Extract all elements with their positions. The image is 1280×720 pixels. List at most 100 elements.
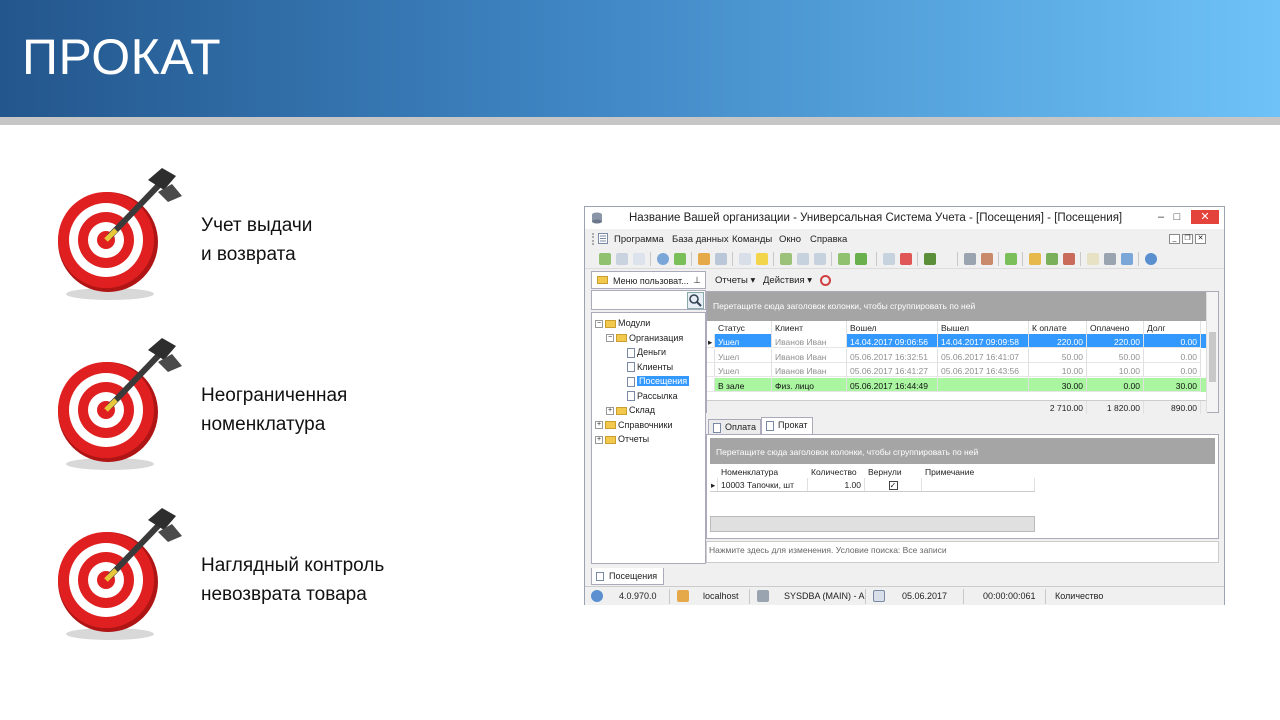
image-icon[interactable] [1005, 253, 1017, 265]
table-cell[interactable]: Иванов Иван [772, 363, 847, 377]
table-cell[interactable]: 0.00 [1144, 334, 1201, 348]
table-cell[interactable]: Ушел [715, 348, 772, 363]
table-cell[interactable]: 05.06.2017 16:41:07 [938, 348, 1029, 363]
table-cell[interactable]: 0.00 [1087, 377, 1144, 392]
table-row[interactable]: Ушел Иванов Иван 05.06.2017 16:41:27 05.06.… [707, 363, 1207, 377]
column-header[interactable]: Клиент [772, 321, 847, 334]
note-icon[interactable] [756, 253, 768, 265]
mdi-minimize-button[interactable]: _ [1169, 234, 1180, 244]
table-cell[interactable]: 0.00 [1144, 348, 1201, 363]
calendar-icon[interactable] [1087, 253, 1099, 265]
group-by-panel[interactable]: Перетащите сюда заголовок колонки, чтобы… [707, 292, 1207, 321]
tree-item[interactable]: Клиенты [617, 361, 673, 373]
tab-rental[interactable]: Прокат [761, 417, 813, 434]
column-header[interactable]: Вошел [847, 321, 938, 334]
tab-payment[interactable]: Оплата [708, 419, 761, 434]
settings-icon[interactable] [981, 253, 993, 265]
table-cell[interactable]: 220.00 [1087, 334, 1144, 348]
column-header[interactable]: Статус [715, 321, 772, 334]
table-cell[interactable]: 14.04.2017 09:09:58 [938, 334, 1029, 348]
table-cell[interactable]: 0.00 [1144, 363, 1201, 377]
table-cell[interactable]: 50.00 [1087, 348, 1144, 363]
filter-clear-icon[interactable] [715, 253, 727, 265]
search-icon[interactable] [687, 292, 704, 309]
pin-icon[interactable]: ⊥ [693, 275, 701, 286]
stop-icon[interactable] [820, 275, 831, 286]
tab-visits[interactable]: Посещения [591, 568, 664, 585]
expander-icon[interactable]: + [606, 406, 614, 415]
table-cell[interactable]: В зале [715, 377, 772, 392]
mdi-restore-button[interactable]: ❐ [1182, 234, 1193, 244]
maximize-button[interactable]: □ [1169, 210, 1185, 224]
copy-icon[interactable] [616, 253, 628, 265]
table-cell[interactable] [938, 377, 1029, 392]
table-cell[interactable]: 30.00 [1029, 377, 1087, 392]
menu-database[interactable]: База данных [672, 234, 729, 245]
cell-note[interactable] [922, 478, 1035, 491]
column-header[interactable]: Вышел [938, 321, 1029, 334]
expand-icon[interactable] [797, 253, 809, 265]
table-cell[interactable]: 10.00 [1029, 363, 1087, 377]
tree-item[interactable]: Деньги [617, 346, 666, 358]
expander-icon[interactable]: − [606, 334, 614, 343]
actions-dropdown[interactable]: Действия ▾ [763, 275, 812, 286]
menu-program[interactable]: Программа [614, 234, 664, 245]
refresh-icon[interactable] [599, 253, 611, 265]
grid-scrollbar[interactable] [1206, 292, 1218, 412]
table-cell[interactable]: 220.00 [1029, 334, 1087, 348]
menu-search-field[interactable] [591, 290, 706, 310]
plugin-icon[interactable] [1063, 253, 1075, 265]
menu-help[interactable]: Справка [810, 234, 847, 245]
close-window-icon[interactable] [900, 253, 912, 265]
cell-item[interactable]: 10003 Тапочки, шт [718, 478, 808, 491]
tools-icon[interactable] [964, 253, 976, 265]
print-icon[interactable] [1104, 253, 1116, 265]
table-cell[interactable]: 14.04.2017 09:06:56 [847, 334, 938, 348]
menu-commands[interactable]: Команды [732, 234, 772, 245]
tree-item[interactable]: Посещения [617, 375, 690, 387]
table-cell[interactable]: 05.06.2017 16:32:51 [847, 348, 938, 363]
export-icon[interactable] [838, 253, 850, 265]
table-cell[interactable]: Иванов Иван [772, 334, 847, 348]
table-cell[interactable]: Ушел [715, 363, 772, 377]
share-icon[interactable] [1121, 253, 1133, 265]
table-cell[interactable]: 10.00 [1087, 363, 1144, 377]
cell-returned[interactable]: ✓ [865, 478, 922, 491]
recycle-icon[interactable] [674, 253, 686, 265]
col-nomenclature[interactable]: Номенклатура [718, 465, 808, 477]
column-header[interactable]: К оплате [1029, 321, 1087, 334]
table-cell[interactable]: 05.06.2017 16:43:56 [938, 363, 1029, 377]
filter-bar[interactable]: Нажмите здесь для изменения. Условие пои… [706, 541, 1219, 563]
tree-item[interactable]: + Справочники [595, 419, 673, 431]
tree-item[interactable]: + Отчеты [595, 433, 649, 445]
expander-icon[interactable]: + [595, 435, 603, 444]
expander-icon[interactable]: + [595, 421, 603, 430]
minimize-button[interactable]: – [1153, 210, 1169, 224]
search-icon[interactable] [657, 253, 669, 265]
info-icon[interactable] [1145, 253, 1157, 265]
menu-window[interactable]: Окно [779, 234, 801, 245]
collapse-icon[interactable] [814, 253, 826, 265]
users-icon[interactable] [1046, 253, 1058, 265]
user-menu-tab[interactable]: Меню пользоват... ⊥ [591, 271, 706, 289]
expander-icon[interactable]: − [595, 319, 603, 328]
table-cell[interactable]: Иванов Иван [772, 348, 847, 363]
col-note[interactable]: Примечание [922, 465, 1022, 477]
window-icon[interactable] [883, 253, 895, 265]
tree-item[interactable]: + Склад [606, 404, 655, 416]
close-button[interactable]: ✕ [1191, 210, 1219, 224]
add-row-icon[interactable] [780, 253, 792, 265]
reports-dropdown[interactable]: Отчеты ▾ [715, 275, 755, 286]
tree-item[interactable]: − Организация [606, 332, 683, 344]
table-row[interactable]: ▸ 10003 Тапочки, шт 1.00 ✓ [710, 478, 1035, 492]
table-cell[interactable]: 50.00 [1029, 348, 1087, 363]
table-cell[interactable]: Физ. лицо [772, 377, 847, 392]
tree-item[interactable]: Рассылка [617, 390, 678, 402]
col-quantity[interactable]: Количество [808, 465, 865, 477]
exit-icon[interactable] [924, 253, 936, 265]
table-row[interactable]: Ушел Иванов Иван 05.06.2017 16:32:51 05.06.… [707, 348, 1207, 363]
lock-icon[interactable] [1029, 253, 1041, 265]
returned-checkbox[interactable]: ✓ [888, 481, 898, 490]
new-document-icon[interactable] [633, 253, 645, 265]
col-returned[interactable]: Вернули [865, 465, 922, 477]
